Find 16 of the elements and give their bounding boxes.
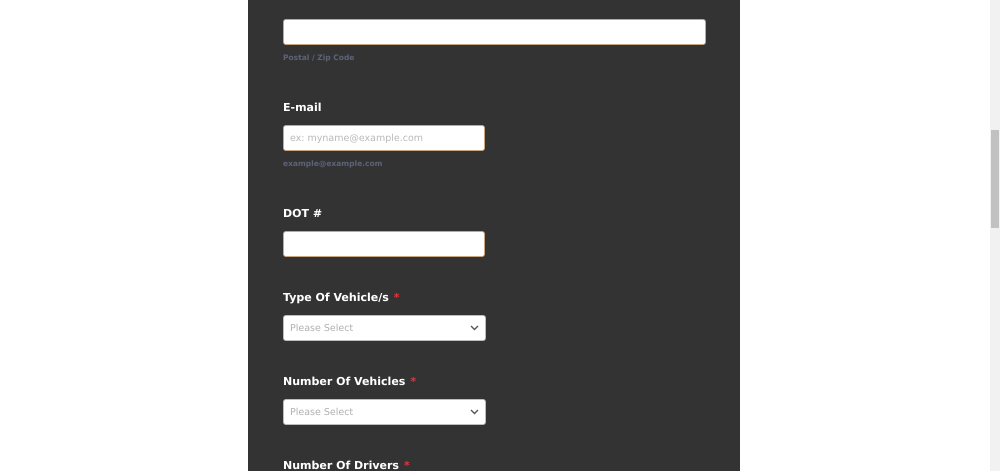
chevron-down-icon	[470, 409, 479, 415]
chevron-down-icon	[470, 325, 479, 331]
text-field[interactable]	[283, 19, 706, 45]
field-label: Number Of Vehicles	[283, 374, 406, 390]
dropdown-field[interactable]: Please Select	[283, 315, 486, 341]
required-mark: *	[404, 458, 410, 471]
field-label: E-mail	[283, 100, 322, 116]
field-label: DOT #	[283, 206, 322, 222]
field-label: Type Of Vehicle/s	[283, 290, 389, 306]
text-field[interactable]: ex: myname@example.com	[283, 125, 485, 151]
required-mark: *	[410, 374, 416, 390]
required-mark: *	[394, 290, 400, 306]
dropdown-field[interactable]: Please Select	[283, 399, 486, 425]
scrollbar[interactable]	[990, 0, 1000, 471]
field-label: Number Of Drivers	[283, 458, 399, 471]
text-field[interactable]	[283, 231, 485, 257]
